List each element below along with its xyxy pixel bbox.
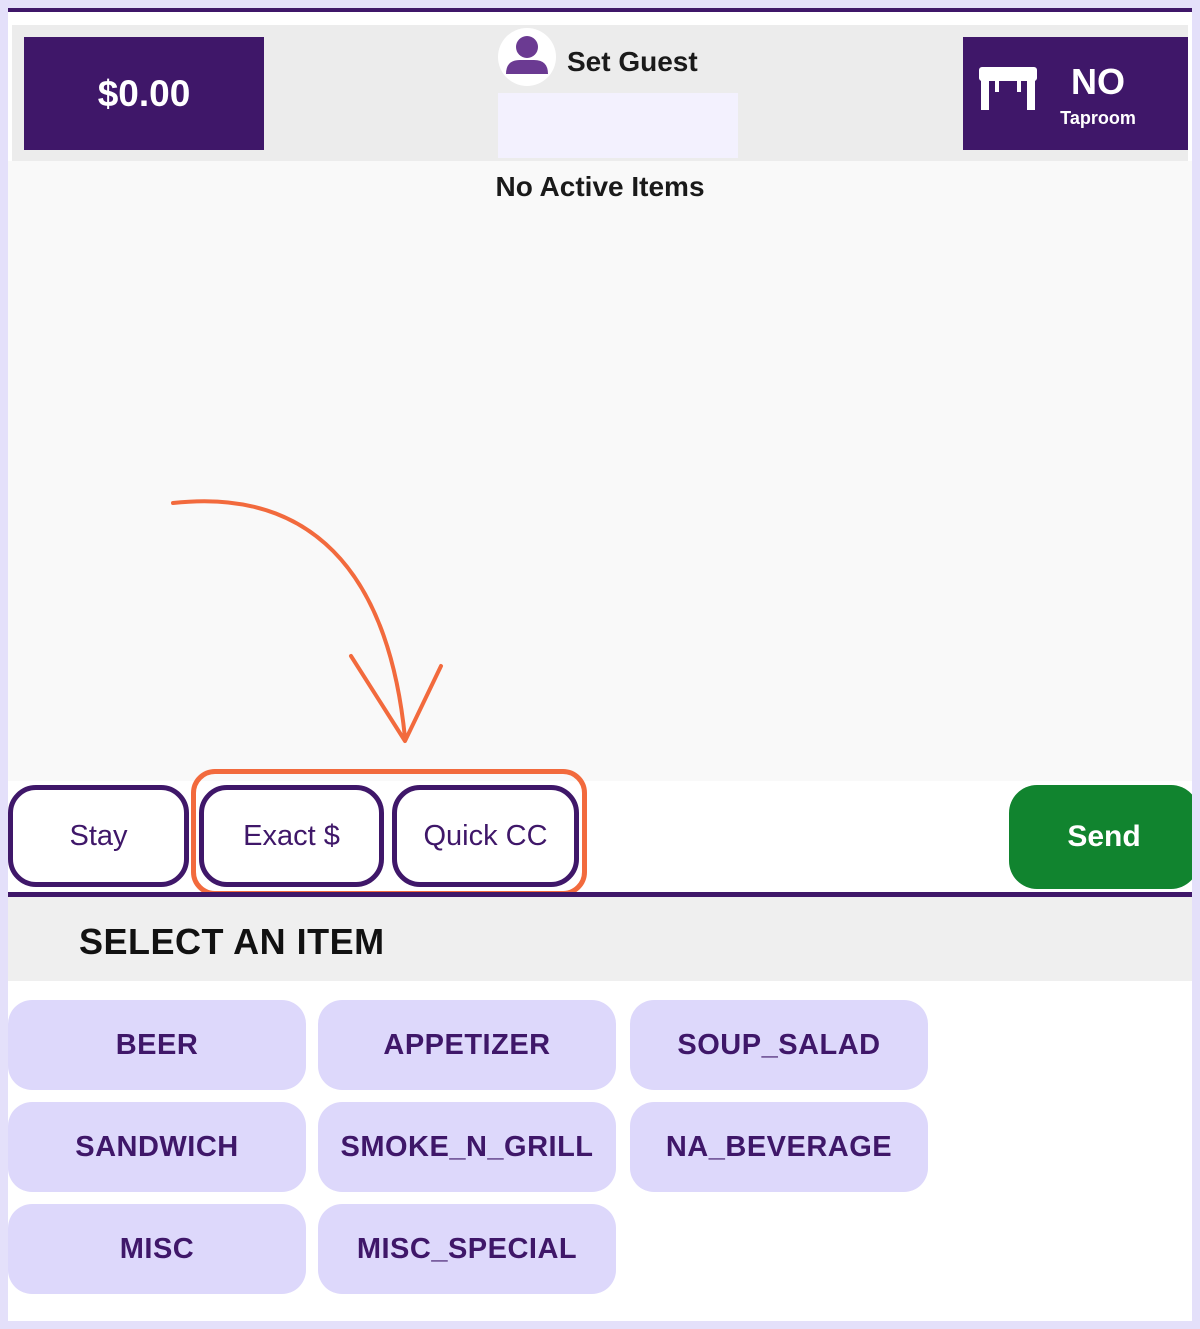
- category-beer-button[interactable]: BEER: [8, 1000, 306, 1090]
- active-items-panel: No Active Items: [8, 161, 1192, 781]
- category-label: SANDWICH: [75, 1130, 239, 1163]
- quick-cc-button-label: Quick CC: [423, 819, 548, 852]
- category-label: MISC_SPECIAL: [356, 1232, 578, 1265]
- category-label: SOUP_SALAD: [677, 1028, 881, 1061]
- category-misc-button[interactable]: MISC: [8, 1204, 306, 1294]
- category-soup-salad-button[interactable]: SOUP_SALAD: [630, 1000, 928, 1090]
- guest-name-input[interactable]: [498, 93, 738, 158]
- category-na-beverage-button[interactable]: NA_BEVERAGE: [630, 1102, 928, 1192]
- table-number: NO: [1071, 61, 1125, 102]
- category-label: BEER: [115, 1028, 199, 1061]
- category-label: APPETIZER: [383, 1028, 551, 1061]
- category-label: SMOKE_N_GRILL: [340, 1130, 594, 1163]
- guest-selector: Set Guest: [498, 28, 738, 163]
- category-label: MISC: [119, 1232, 195, 1265]
- order-total-button[interactable]: $0.00: [24, 37, 264, 150]
- table-selector-button[interactable]: NO Taproom: [963, 37, 1188, 150]
- category-smoke-n-grill-button[interactable]: SMOKE_N_GRILL: [318, 1102, 616, 1192]
- stay-button-label: Stay: [69, 819, 128, 852]
- table-room-name: Taproom: [1060, 108, 1136, 128]
- table-icon: [979, 67, 1037, 110]
- stay-button[interactable]: Stay: [8, 785, 189, 887]
- order-total-value: $0.00: [97, 72, 191, 114]
- send-button-label: Send: [1067, 820, 1141, 853]
- set-guest-label[interactable]: Set Guest: [567, 46, 698, 78]
- category-appetizer-button[interactable]: APPETIZER: [318, 1000, 616, 1090]
- person-icon[interactable]: [498, 28, 556, 86]
- category-misc-special-button[interactable]: MISC_SPECIAL: [318, 1204, 616, 1294]
- menu-section-header: SELECT AN ITEM: [8, 897, 1192, 981]
- select-item-heading: SELECT AN ITEM: [79, 921, 385, 962]
- send-button[interactable]: Send: [1009, 785, 1192, 889]
- quick-cc-button[interactable]: Quick CC: [392, 785, 579, 887]
- exact-cash-button[interactable]: Exact $: [199, 785, 384, 887]
- no-active-items-message: No Active Items: [495, 171, 705, 202]
- top-border: [8, 8, 1192, 12]
- category-sandwich-button[interactable]: SANDWICH: [8, 1102, 306, 1192]
- category-label: NA_BEVERAGE: [665, 1130, 893, 1163]
- exact-cash-button-label: Exact $: [243, 819, 340, 852]
- pos-screen: $0.00 Set Guest NO Taproom No Active Ite…: [8, 8, 1192, 1321]
